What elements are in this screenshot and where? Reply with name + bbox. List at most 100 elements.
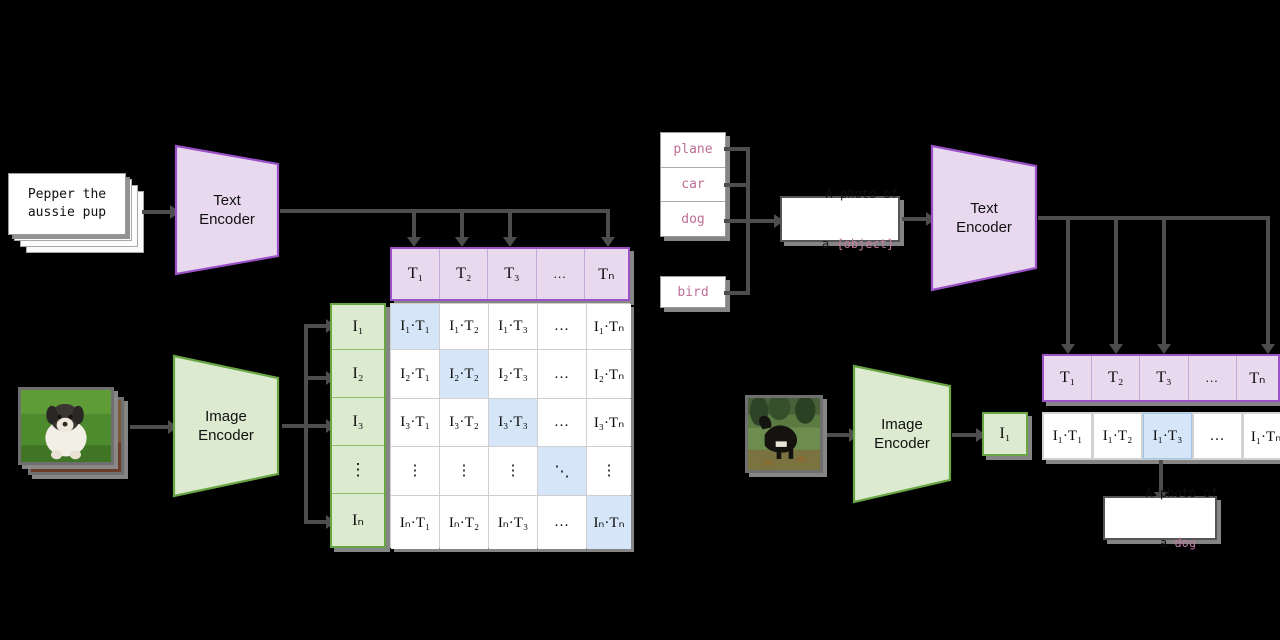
- text-embedding-strip-right: T₁ T₂ T₃ … Tₙ: [1042, 354, 1280, 402]
- score-cell-5[interactable]: I₁·Tₙ: [1243, 413, 1280, 459]
- class-label-list-group-a: plane car dog: [660, 132, 726, 237]
- query-photo-art: [748, 398, 820, 470]
- connector-car-stub: [724, 183, 748, 187]
- image-encoder-left[interactable]: Image Encoder: [170, 352, 282, 500]
- arrowhead-bus-right-to-tn: [1261, 344, 1275, 354]
- text-embedding-strip-left: T₁ T₂ T₃ … Tₙ: [390, 247, 630, 301]
- similarity-cell-r5-c1[interactable]: Iₙ·T₁: [391, 496, 439, 549]
- caption-card-line-1: Pepper the: [27, 187, 107, 203]
- arrowhead-bus-to-t3: [503, 237, 517, 247]
- image-embedding-ellipsis: ⋮: [332, 445, 384, 494]
- image-embedding-cell[interactable]: I₁: [332, 305, 384, 351]
- connector-plane-stub: [724, 147, 748, 151]
- arrowhead-bus-right-to-t2: [1109, 344, 1123, 354]
- similarity-score-row: I₁·T₁ I₁·T₂ I₁·T₃… I₁·Tₙ: [1042, 412, 1280, 460]
- image-embedding-cell[interactable]: I₂: [332, 350, 384, 399]
- text-embedding-cell[interactable]: T₂: [440, 249, 489, 299]
- class-label-item[interactable]: dog: [661, 202, 725, 236]
- similarity-cell-r4-c4[interactable]: ⋱: [538, 447, 586, 495]
- connector-prompt-to-text-encoder: [902, 217, 928, 221]
- connector-caption-to-text-encoder: [142, 210, 172, 214]
- bus-drop-tn: [606, 209, 610, 239]
- class-label-item[interactable]: car: [661, 168, 725, 203]
- score-cell-4[interactable]: …: [1193, 413, 1242, 459]
- arrowhead-bus-to-t2: [455, 237, 469, 247]
- connector-photo-to-image-encoder: [130, 425, 170, 429]
- similarity-cell-r1-c3[interactable]: I₁·T₃: [489, 304, 537, 349]
- bus-drop-right-t1: [1066, 216, 1070, 346]
- similarity-cell-r5-c3[interactable]: Iₙ·T₃: [489, 496, 537, 549]
- similarity-cell-r3-c3[interactable]: I₃·T₃: [489, 399, 537, 446]
- similarity-cell-r2-c3[interactable]: I₂·T₃: [489, 350, 537, 398]
- text-encoder-left[interactable]: Text Encoder: [172, 142, 282, 278]
- prediction-line-1: A photo of: [1145, 485, 1218, 500]
- image-embedding-cell[interactable]: I₃: [332, 398, 384, 446]
- connector-bird-stub: [724, 291, 748, 295]
- caption-card-line-2: aussie pup: [27, 205, 107, 220]
- image-embedding-cell[interactable]: Iₙ: [332, 493, 384, 546]
- similarity-cell-r1-c2[interactable]: I₁·T₂: [440, 304, 488, 349]
- text-embedding-cell[interactable]: T₂: [1092, 356, 1141, 400]
- text-embedding-cell[interactable]: T₁: [1044, 356, 1093, 400]
- text-embedding-cell[interactable]: Tₙ: [584, 249, 628, 299]
- similarity-cell-r3-c5[interactable]: I₃·Tₙ: [587, 399, 631, 446]
- class-label-item[interactable]: plane: [661, 133, 725, 168]
- caption-card[interactable]: Pepper the aussie pup: [8, 173, 126, 235]
- similarity-cell-r2-c5[interactable]: I₂·Tₙ: [587, 350, 631, 398]
- image-encoder-right[interactable]: Image Encoder: [850, 362, 954, 506]
- text-embedding-cell[interactable]: T₁: [392, 249, 441, 299]
- score-cell-3[interactable]: I₁·T₃: [1143, 413, 1192, 459]
- similarity-cell-r1-c1[interactable]: I₁·T₁: [391, 304, 439, 349]
- connector-dog-stub: [724, 219, 748, 223]
- bus-drop-right-t3: [1162, 216, 1166, 346]
- arrowhead-bus-right-to-t3: [1157, 344, 1171, 354]
- bus-drop-right-t2: [1114, 216, 1118, 346]
- class-label-list-group-b: bird: [660, 276, 726, 308]
- similarity-cell-r3-c2[interactable]: I₃·T₂: [440, 399, 488, 446]
- query-image-embedding[interactable]: I₁: [982, 412, 1028, 456]
- query-photo[interactable]: [745, 395, 823, 473]
- bus-drop-t3: [508, 209, 512, 239]
- prediction-box[interactable]: A photo of a dog.: [1103, 486, 1218, 550]
- similarity-cell-r3-c4[interactable]: …: [538, 399, 586, 446]
- similarity-cell-r5-c5[interactable]: Iₙ·Tₙ: [587, 496, 631, 549]
- prediction-answer: dog: [1174, 535, 1197, 550]
- text-embedding-cell[interactable]: T₃: [1140, 356, 1189, 400]
- similarity-cell-r4-c5[interactable]: ⋮: [587, 447, 631, 495]
- class-label-item[interactable]: bird: [661, 277, 725, 307]
- image-embedding-strip-left: I₁ I₂ I₃ ⋮ Iₙ: [330, 303, 386, 548]
- prompt-template-box[interactable]: A photo of a {object}.: [780, 187, 901, 251]
- text-embedding-ellipsis: …: [536, 249, 585, 299]
- bus-drop-t1: [412, 209, 416, 239]
- image-encoder-left-shape: [172, 354, 280, 498]
- text-encoder-right-shape: [930, 144, 1038, 292]
- bus-text-encoder-left-horizontal: [280, 209, 610, 213]
- score-cell-1[interactable]: I₁·T₁: [1043, 413, 1092, 459]
- prompt-template-slot: {object}: [836, 236, 895, 251]
- similarity-cell-r3-c1[interactable]: I₃·T₁: [391, 399, 439, 446]
- prompt-template-line-1: A photo of: [825, 186, 898, 201]
- connector-query-photo-to-image-encoder: [827, 433, 851, 437]
- connector-image-encoder-right-to-i1: [952, 433, 978, 437]
- bus-drop-t2: [460, 209, 464, 239]
- similarity-cell-r4-c1[interactable]: ⋮: [391, 447, 439, 495]
- similarity-cell-r1-c5[interactable]: I₁·Tₙ: [587, 304, 631, 349]
- arrowhead-bus-right-to-t1: [1061, 344, 1075, 354]
- training-photo-art: [21, 390, 111, 462]
- clip-diagram-canvas: Pepper the aussie pup Text Encoder T₁ T₂…: [0, 0, 1280, 640]
- arrowhead-bus-to-t1: [407, 237, 421, 247]
- text-encoder-right[interactable]: Text Encoder: [928, 142, 1040, 294]
- text-embedding-cell[interactable]: Tₙ: [1236, 356, 1278, 400]
- training-photo[interactable]: [18, 387, 114, 465]
- text-embedding-cell[interactable]: T₃: [488, 249, 537, 299]
- similarity-cell-r5-c4[interactable]: …: [538, 496, 586, 549]
- similarity-cell-r5-c2[interactable]: Iₙ·T₂: [440, 496, 488, 549]
- similarity-cell-r1-c4[interactable]: …: [538, 304, 586, 349]
- similarity-cell-r4-c3[interactable]: ⋮: [489, 447, 537, 495]
- similarity-cell-r2-c1[interactable]: I₂·T₁: [391, 350, 439, 398]
- similarity-cell-r2-c4[interactable]: …: [538, 350, 586, 398]
- similarity-cell-r2-c2[interactable]: I₂·T₂: [440, 350, 488, 398]
- prediction-line-2: a dog.: [1159, 535, 1204, 550]
- score-cell-2[interactable]: I₁·T₂: [1093, 413, 1142, 459]
- similarity-cell-r4-c2[interactable]: ⋮: [440, 447, 488, 495]
